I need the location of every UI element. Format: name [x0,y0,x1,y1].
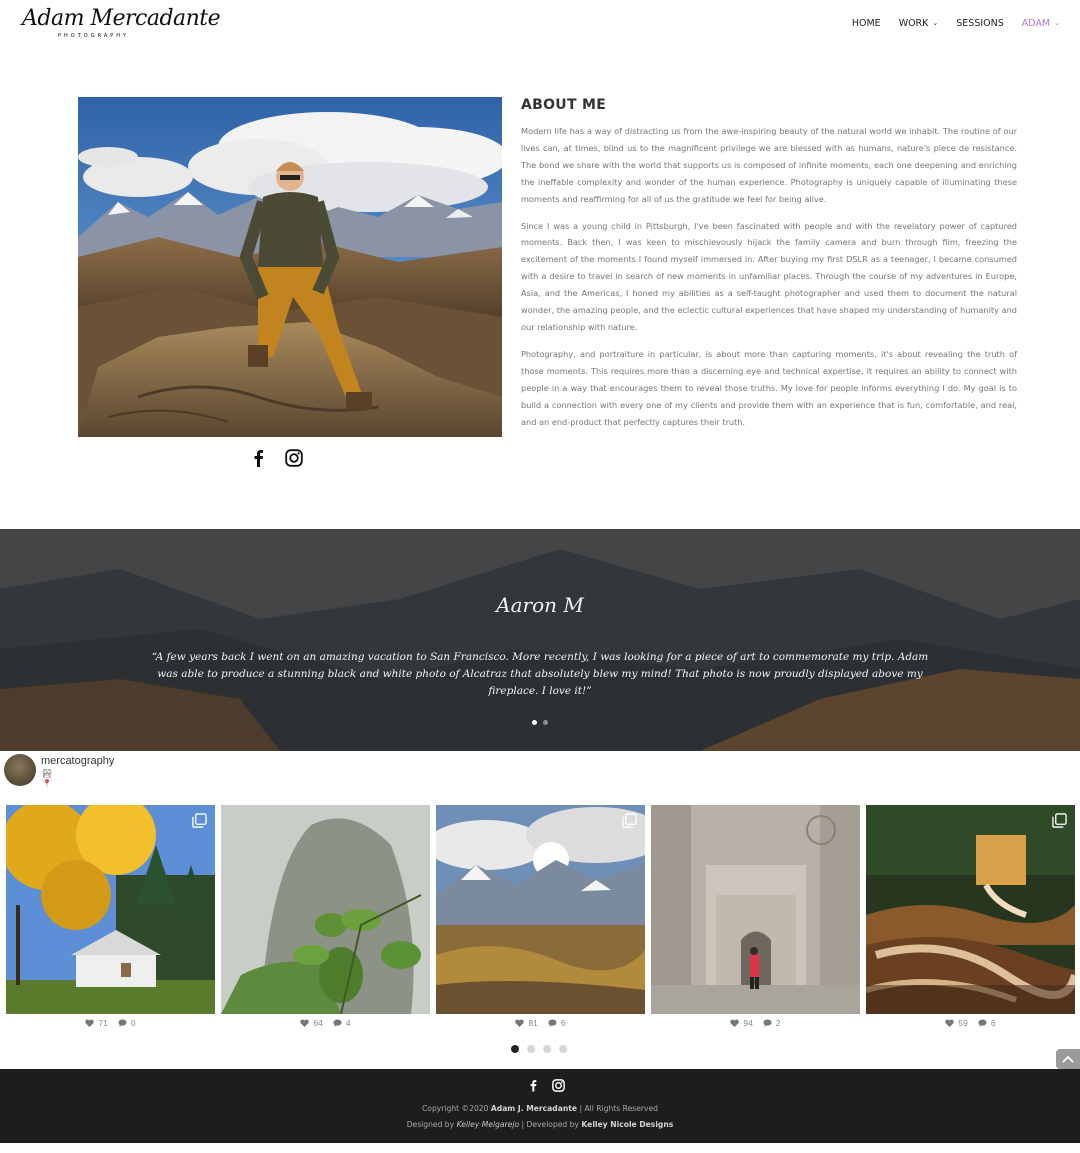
about-paragraph-1: Modern life has a way of distracting us … [521,126,1017,204]
nav-sessions-label: SESSIONS [956,18,1004,29]
comment-icon [763,1019,772,1027]
instagram-username[interactable]: mercatography [41,755,114,767]
heart-icon [85,1019,95,1027]
testimonial-slider: Aaron M “A few years back I went on an a… [0,529,1080,751]
instagram-post-image[interactable] [866,805,1075,1014]
testimonial-pagination [532,720,548,725]
instagram-post-image[interactable] [221,805,430,1014]
designed-prefix: Designed by [406,1120,455,1129]
chevron-up-icon [1062,1055,1074,1063]
instagram-post: 81 6 [436,805,645,1028]
post-stats: 64 4 [221,1018,430,1028]
instagram-post: 64 4 [221,805,430,1028]
comment-icon [333,1019,342,1027]
copyright-suffix: | All Rights Reserved [579,1104,658,1113]
instagram-page-dot-2[interactable] [527,1045,535,1053]
testimonial-quote: “A few years back I went on an amazing v… [151,651,929,697]
post-stats: 81 6 [436,1018,645,1028]
multi-image-icon [622,813,637,828]
chevron-down-icon: ⌄ [1054,18,1060,27]
instagram-icon[interactable] [284,448,304,468]
comment-count: 2 [775,1018,781,1028]
heart-icon [730,1019,740,1027]
comment-count: 6 [560,1018,566,1028]
nav-home-label: HOME [851,18,881,29]
nav-sessions[interactable]: SESSIONS [956,18,1004,29]
footer-credits: Designed by Kelley Melgarejo | Developed… [0,1120,1080,1129]
comment-icon [118,1019,127,1027]
comment-count: 6 [990,1018,996,1028]
testimonial-background-image [0,529,1080,751]
nav-work-label: WORK [898,18,929,29]
footer-social-links [527,1078,565,1092]
multi-image-icon [1052,813,1067,828]
multi-image-icon [192,813,207,828]
instagram-bio: 🏞 📍 [42,769,52,789]
heart-icon [945,1019,955,1027]
testimonial-dot-1[interactable] [532,720,537,725]
heart-icon [300,1019,310,1027]
testimonial-dot-2[interactable] [543,720,548,725]
copyright-name: Adam J. Mercadante [490,1104,578,1113]
site-logo[interactable]: Adam Mercadante PHOTOGRAPHY [22,6,221,46]
heart-icon [515,1019,525,1027]
comment-icon [978,1019,987,1027]
about-section: ABOUT ME Modern life has a way of distra… [521,97,1017,440]
comment-count: 4 [345,1018,351,1028]
main-nav: HOME WORK ⌄ SESSIONS ADAM ⌄ [852,18,1060,29]
site-footer: Copyright ©2020 Adam J. Mercadante | All… [0,1069,1080,1143]
about-paragraph-2: Since I was a young child in Pittsburgh,… [521,220,1017,332]
about-title: ABOUT ME [521,97,607,113]
instagram-icon[interactable] [551,1078,565,1092]
like-count: 81 [528,1018,538,1028]
post-stats: 59 6 [866,1018,1075,1028]
comment-count: 0 [130,1018,136,1028]
post-stats: 94 2 [651,1018,860,1028]
nav-adam[interactable]: ADAM ⌄ [1022,18,1060,29]
mountain-portrait-image [78,97,502,437]
pin-emoji-icon: 📍 [42,779,52,788]
copyright-prefix: Copyright ©2020 [422,1104,489,1113]
chevron-down-icon: ⌄ [932,18,939,27]
like-count: 59 [958,1018,968,1028]
instagram-page-dot-4[interactable] [559,1045,567,1053]
footer-copyright: Copyright ©2020 Adam J. Mercadante | All… [0,1104,1080,1113]
landscape-emoji-icon: 🏞 [42,769,53,778]
comment-icon [548,1019,557,1027]
nav-adam-label: ADAM [1021,18,1051,29]
site-header: Adam Mercadante PHOTOGRAPHY HOME WORK ⌄ S… [0,0,1080,52]
instagram-post-image[interactable] [6,805,215,1014]
facebook-icon[interactable] [248,448,268,468]
facebook-icon[interactable] [527,1078,539,1092]
instagram-grid: 71 0 64 4 81 6 94 2 59 6 [6,805,1076,1035]
avatar[interactable] [4,754,36,786]
instagram-post-image[interactable] [436,805,645,1014]
back-to-top-button[interactable] [1056,1049,1080,1069]
post-stats: 71 0 [6,1018,215,1028]
about-paragraph-3: Photography, and portraiture in particul… [521,348,1017,427]
logo-subtitle: PHOTOGRAPHY [58,33,130,39]
logo-script: Adam Mercadante [22,6,221,31]
nav-home[interactable]: HOME [852,18,881,29]
about-social-links [248,448,304,468]
instagram-pagination [511,1045,567,1053]
instagram-post-image[interactable] [651,805,860,1014]
instagram-post: 59 6 [866,805,1075,1028]
instagram-page-dot-3[interactable] [543,1045,551,1053]
like-count: 64 [313,1018,323,1028]
designer-name[interactable]: Kelley Melgarejo [457,1120,520,1129]
instagram-post: 71 0 [6,805,215,1028]
developed-prefix: | Developed by [521,1120,579,1129]
testimonial-author: Aaron M [496,593,584,617]
like-count: 71 [98,1018,108,1028]
nav-work[interactable]: WORK ⌄ [899,18,939,29]
about-photo [78,97,502,437]
instagram-page-dot-1[interactable] [511,1045,519,1053]
like-count: 94 [743,1018,753,1028]
developer-name[interactable]: Kelley Nicole Designs [581,1120,673,1129]
instagram-post: 94 2 [651,805,860,1028]
